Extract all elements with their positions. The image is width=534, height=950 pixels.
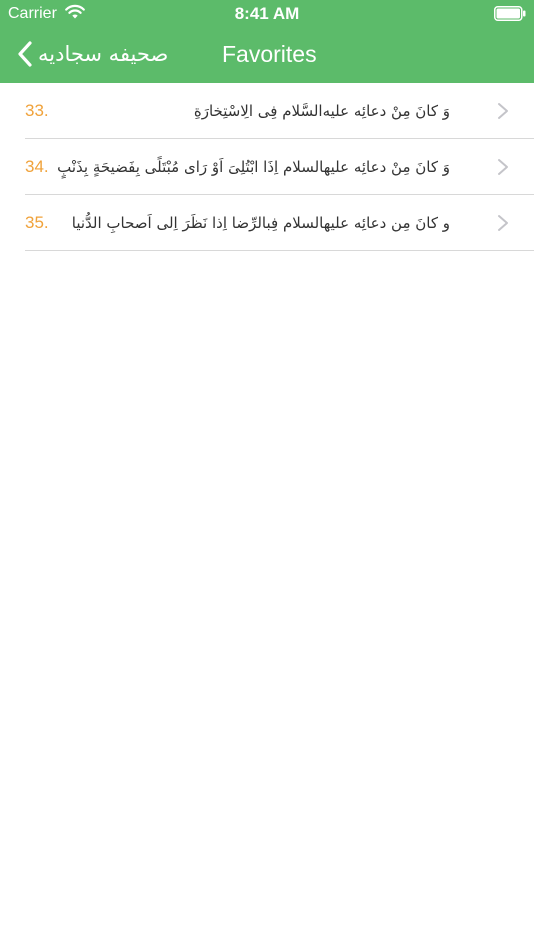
battery-icon: [494, 6, 526, 21]
navigation-bar: Carrier 8:41 AM صحیفه سجادیه Favorites: [0, 0, 534, 83]
chevron-right-icon: [498, 159, 508, 175]
chevron-right-icon: [498, 103, 508, 119]
favorite-row-34[interactable]: 34. وَ كانَ مِنْ دعائِه علیهالسلام اِذَا…: [0, 139, 534, 195]
back-button-label: صحیفه سجادیه: [38, 42, 169, 66]
favorites-list: 33. وَ كانَ مِنْ دعائِه علیه‌السَّلام فِ…: [0, 83, 534, 251]
favorite-number: 35.: [25, 213, 49, 232]
favorite-title: وَ كانَ مِنْ دعائِه علیهالسلام اِذَا ابْ…: [57, 158, 450, 176]
chevron-left-icon: [18, 41, 32, 67]
back-button[interactable]: صحیفه سجادیه: [12, 36, 182, 72]
favorite-number: 33.: [25, 101, 49, 120]
favorite-number: 34.: [25, 157, 49, 176]
favorite-row-35[interactable]: 35. و كانَ مِن دعائِه علیهالسلام فِبالرِ…: [0, 195, 534, 251]
favorite-title: و كانَ مِن دعائِه علیهالسلام فِبالرِّضا …: [71, 214, 450, 232]
status-bar: Carrier 8:41 AM: [0, 0, 534, 28]
favorite-title: وَ كانَ مِنْ دعائِه علیه‌السَّلام فِی ال…: [193, 102, 450, 120]
chevron-right-icon: [498, 215, 508, 231]
status-time: 8:41 AM: [234, 4, 300, 23]
favorite-row-33[interactable]: 33. وَ كانَ مِنْ دعائِه علیه‌السَّلام فِ…: [0, 83, 534, 139]
page-title: Favorites: [222, 41, 317, 67]
